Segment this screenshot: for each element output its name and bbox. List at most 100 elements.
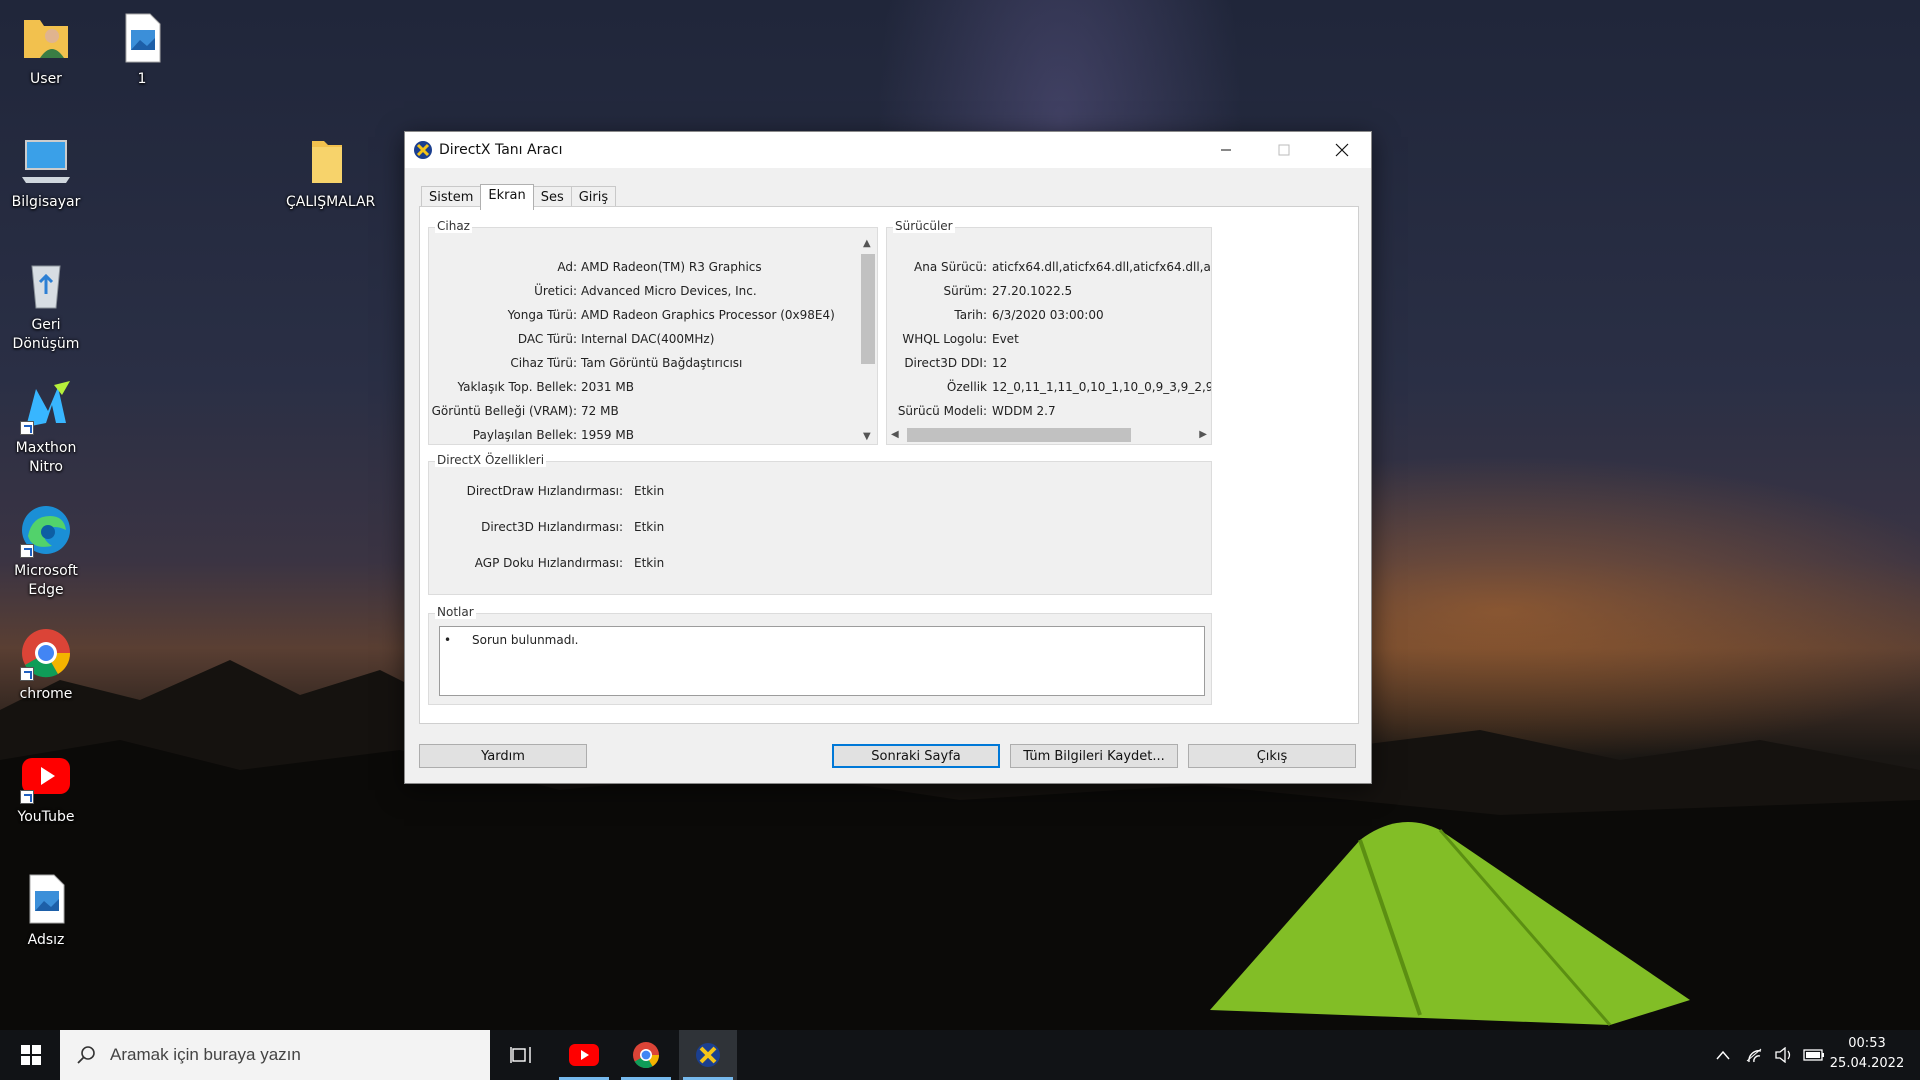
device-group: Cihaz Ad: AMD Radeon(TM) R3 Graphics Üre… xyxy=(428,219,878,445)
row-key: Üretici: xyxy=(534,284,577,298)
group-title: Cihaz xyxy=(435,219,472,233)
desktop-icon-label: ÇALIŞMALAR xyxy=(286,194,376,210)
device-vertical-scrollbar[interactable]: ▲ ▼ xyxy=(859,236,877,444)
row-key: WHQL Logolu: xyxy=(902,332,987,346)
maximize-button[interactable] xyxy=(1255,132,1313,168)
desktop-icon-1[interactable]: 1 xyxy=(98,10,186,89)
image-file-icon xyxy=(18,871,74,927)
scroll-right-icon[interactable]: ▶ xyxy=(1199,429,1207,440)
desktop-icon-label: Maxthon Nitro xyxy=(15,440,77,475)
desktop-icon-chrome[interactable]: chrome xyxy=(2,625,90,704)
row-key: Sürüm: xyxy=(943,284,988,298)
row-value: 72 MB xyxy=(581,404,619,418)
taskbar: Aramak için buraya yazın 00:53 25.04.202… xyxy=(0,1030,1920,1080)
row-value: 12 xyxy=(992,356,1008,370)
search-placeholder: Aramak için buraya yazın xyxy=(110,1045,301,1064)
scroll-thumb[interactable] xyxy=(907,428,1131,442)
directx-icon xyxy=(414,141,432,159)
drivers-group: Sürücüler Ana Sürücü: aticfx64.dll,aticf… xyxy=(886,219,1212,445)
minimize-button[interactable] xyxy=(1197,132,1255,168)
tab-sistem[interactable]: Sistem xyxy=(421,186,482,208)
desktop-icon-calismalar[interactable]: ÇALIŞMALAR xyxy=(286,133,376,212)
maxthon-icon xyxy=(18,379,74,435)
shortcut-arrow-icon xyxy=(20,421,34,435)
desktop-icon-label: 1 xyxy=(137,71,147,87)
taskbar-search[interactable]: Aramak için buraya yazın xyxy=(60,1030,490,1080)
youtube-icon xyxy=(18,748,74,804)
row-key: Direct3D Hızlandırması: xyxy=(481,520,623,534)
tent-icon xyxy=(1210,822,1690,1026)
tab-giris[interactable]: Giriş xyxy=(570,186,617,208)
user-folder-icon xyxy=(18,10,74,66)
desktop-icon-maxthon[interactable]: Maxthon Nitro xyxy=(2,379,90,477)
row-value: 12_0,11_1,11_0,10_1,10_0,9_3,9_2,9 xyxy=(992,380,1211,394)
desktop-icon-label: Adsız xyxy=(27,932,65,948)
desktop-icon-label: YouTube xyxy=(17,809,75,825)
row-value: Etkin xyxy=(634,484,665,498)
next-page-button[interactable]: Sonraki Sayfa xyxy=(832,744,1000,768)
chevron-up-icon xyxy=(1716,1050,1730,1060)
exit-button[interactable]: Çıkış xyxy=(1188,744,1356,768)
desktop-icon-youtube[interactable]: YouTube xyxy=(2,748,90,827)
row-value: aticfx64.dll,aticfx64.dll,aticfx64.dll,a… xyxy=(992,260,1211,274)
image-file-icon xyxy=(114,10,170,66)
row-value: AMD Radeon Graphics Processor (0x98E4) xyxy=(581,308,835,322)
directx-features-group: DirectX Özellikleri DirectDraw Hızlandır… xyxy=(428,453,1212,595)
row-value: Internal DAC(400MHz) xyxy=(581,332,715,346)
row-value: WDDM 2.7 xyxy=(992,404,1056,418)
note-text: Sorun bulunmadı. xyxy=(472,633,579,647)
desktop-icon-label: User xyxy=(30,71,62,87)
row-value: 1959 MB xyxy=(581,428,634,442)
chrome-icon xyxy=(18,625,74,681)
row-key: Sürücü Modeli: xyxy=(897,404,987,418)
chrome-icon xyxy=(633,1042,660,1069)
maximize-icon xyxy=(1278,144,1290,156)
row-value: Etkin xyxy=(634,556,665,570)
network-button[interactable] xyxy=(1740,1030,1768,1080)
drivers-horizontal-scrollbar[interactable]: ◀ ▶ xyxy=(887,426,1211,444)
group-title: Notlar xyxy=(435,605,476,619)
desktop-icon-edge[interactable]: Microsoft Edge xyxy=(2,502,90,600)
notes-textbox[interactable]: • Sorun bulunmadı. xyxy=(439,626,1205,696)
close-icon xyxy=(1335,143,1349,157)
row-key: Ad: xyxy=(557,260,577,274)
row-key: Tarih: xyxy=(954,308,987,322)
taskbar-youtube[interactable] xyxy=(555,1030,613,1080)
row-key: Yaklaşık Top. Bellek: xyxy=(457,380,577,394)
taskbar-directx[interactable] xyxy=(679,1030,737,1080)
desktop-icon-adsiz[interactable]: Adsız xyxy=(2,871,90,950)
taskbar-chrome[interactable] xyxy=(617,1030,675,1080)
tab-ekran[interactable]: Ekran xyxy=(480,184,534,210)
taskbar-clock[interactable]: 00:53 25.04.2022 xyxy=(1822,1030,1912,1080)
desktop-icon-geri-donusum[interactable]: Geri Dönüşüm xyxy=(2,256,90,354)
scroll-left-icon[interactable]: ◀ xyxy=(891,429,899,440)
row-value: Tam Görüntü Bağdaştırıcısı xyxy=(581,356,743,370)
tab-ses[interactable]: Ses xyxy=(532,186,572,208)
task-view-button[interactable] xyxy=(492,1030,550,1080)
scroll-up-icon[interactable]: ▲ xyxy=(863,238,871,249)
desktop-icon-bilgisayar[interactable]: Bilgisayar xyxy=(2,133,90,212)
save-all-info-button[interactable]: Tüm Bilgileri Kaydet... xyxy=(1010,744,1178,768)
title-bar[interactable]: DirectX Tanı Aracı xyxy=(405,132,1371,168)
row-value: AMD Radeon(TM) R3 Graphics xyxy=(581,260,762,274)
close-button[interactable] xyxy=(1313,132,1371,168)
row-key: Görüntü Belleği (VRAM): xyxy=(431,404,577,418)
help-button[interactable]: Yardım xyxy=(419,744,587,768)
row-key: Yonga Türü: xyxy=(507,308,577,322)
desktop-icon-label: Microsoft Edge xyxy=(14,563,78,598)
row-value: 6/3/2020 03:00:00 xyxy=(992,308,1104,322)
desktop-icon-label: chrome xyxy=(19,686,73,702)
row-value: 2031 MB xyxy=(581,380,634,394)
volume-button[interactable] xyxy=(1770,1030,1798,1080)
start-button[interactable] xyxy=(2,1030,60,1080)
group-title: DirectX Özellikleri xyxy=(435,453,547,467)
row-value: Advanced Micro Devices, Inc. xyxy=(581,284,757,298)
row-key: Direct3D DDI: xyxy=(904,356,987,370)
scroll-down-icon[interactable]: ▼ xyxy=(863,431,871,442)
show-hidden-icons-button[interactable] xyxy=(1710,1030,1736,1080)
row-key: DAC Türü: xyxy=(517,332,577,346)
row-key: AGP Doku Hızlandırması: xyxy=(474,556,623,570)
scroll-thumb[interactable] xyxy=(861,254,875,364)
desktop-icon-user[interactable]: User xyxy=(2,10,90,89)
tab-panel-ekran: Cihaz Ad: AMD Radeon(TM) R3 Graphics Üre… xyxy=(419,206,1359,724)
